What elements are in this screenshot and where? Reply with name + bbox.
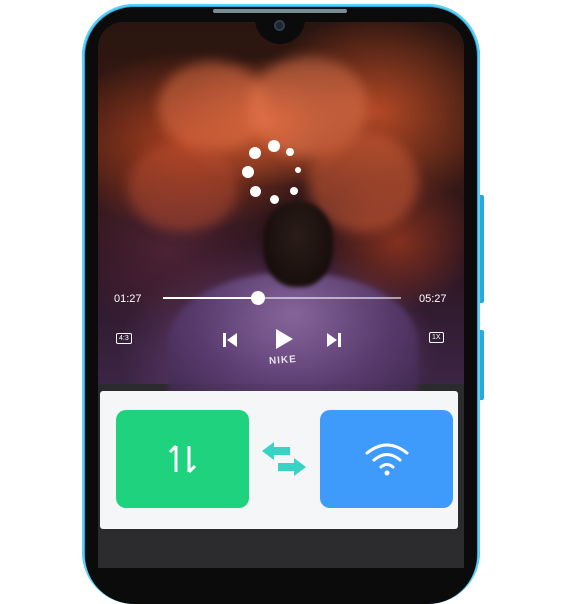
smoke-cloud [128, 142, 238, 232]
transfer-panel [100, 391, 458, 529]
total-time: 05:27 [419, 293, 447, 305]
playback-speed-button[interactable]: 1X [429, 332, 444, 343]
previous-button[interactable] [220, 330, 240, 350]
elapsed-time: 01:27 [114, 293, 142, 305]
video-player[interactable]: NIKE 01:27 05:27 4:3 1X [98, 22, 464, 412]
aspect-ratio-icon: 4:3 [116, 333, 132, 344]
front-camera [274, 20, 285, 31]
person-head [263, 202, 333, 287]
data-transfer-tile[interactable] [116, 410, 249, 508]
skip-next-icon [327, 333, 341, 347]
loading-spinner-icon [242, 140, 306, 204]
seek-bar[interactable] [163, 291, 401, 305]
power-button [480, 330, 484, 400]
volume-button [480, 195, 484, 303]
skip-previous-icon [223, 333, 237, 347]
swap-arrows-icon [260, 440, 310, 478]
bottom-content-area [98, 534, 464, 568]
playback-speed-icon: 1X [429, 332, 444, 343]
next-button[interactable] [324, 330, 344, 350]
earpiece-speaker [213, 9, 347, 13]
shirt-logo: NIKE [268, 354, 298, 367]
seek-progress [163, 297, 259, 299]
wifi-tile[interactable] [320, 410, 453, 508]
play-button[interactable] [272, 326, 296, 352]
wifi-icon [365, 443, 408, 476]
phone-screen: NIKE 01:27 05:27 4:3 1X [98, 22, 464, 568]
data-transfer-icon [168, 444, 196, 474]
play-icon [276, 329, 293, 349]
aspect-ratio-button[interactable]: 4:3 [116, 333, 132, 344]
